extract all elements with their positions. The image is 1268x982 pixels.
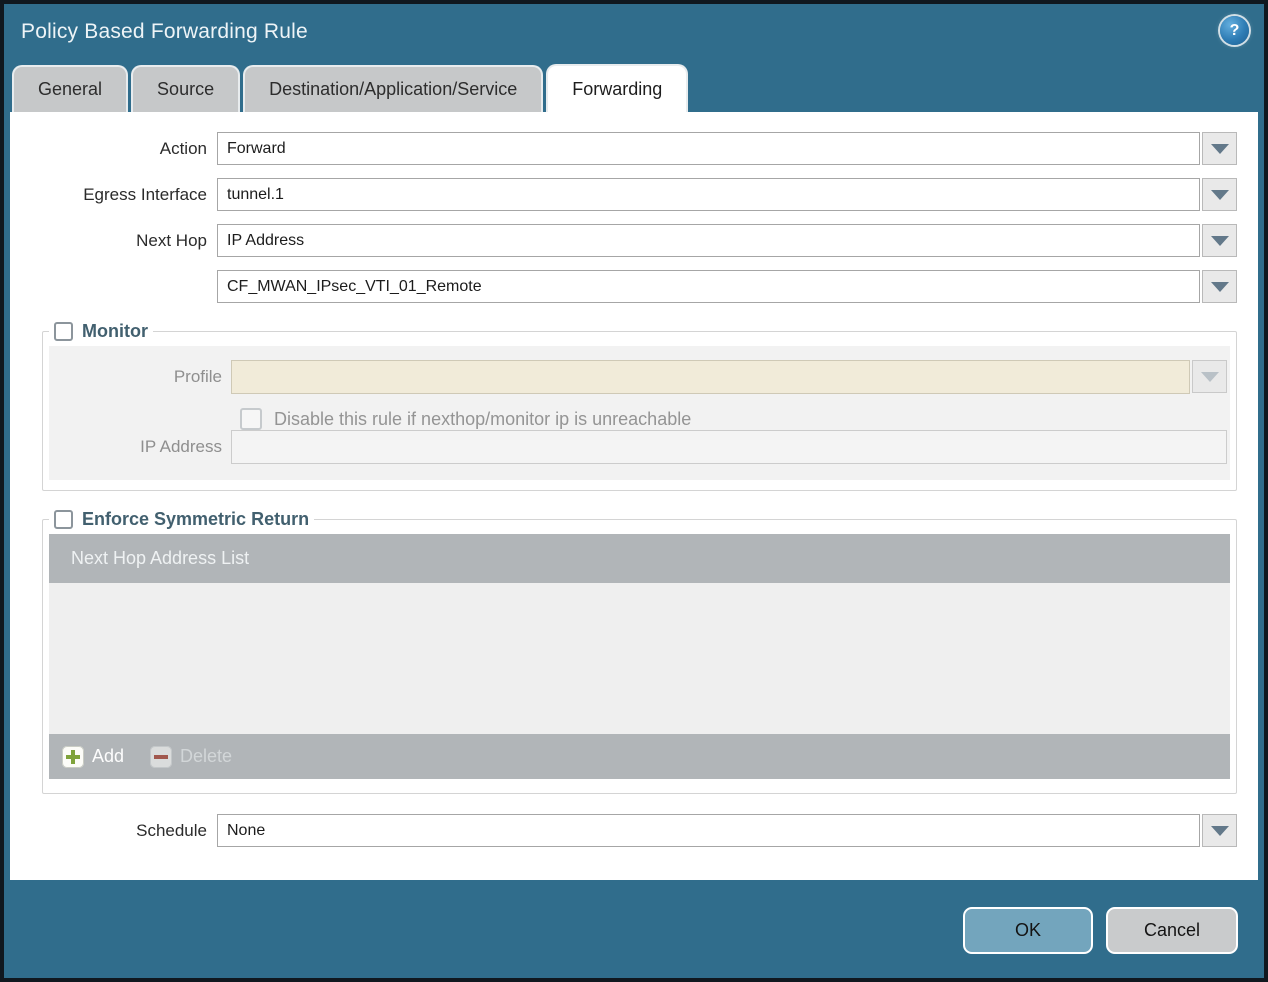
enforce-symmetric-return-legend-label: Enforce Symmetric Return	[82, 509, 310, 529]
action-label: Action	[159, 138, 207, 158]
schedule-label: Schedule	[136, 820, 207, 840]
chevron-down-icon	[1210, 189, 1229, 200]
egress-interface-dropdown-button[interactable]	[1202, 178, 1237, 211]
schedule-dropdown-button[interactable]	[1202, 814, 1237, 847]
minus-icon	[150, 745, 173, 768]
dialog-title: Policy Based Forwarding Rule	[21, 20, 308, 43]
chevron-down-icon	[1210, 143, 1229, 154]
next-hop-type-input[interactable]	[217, 224, 1200, 257]
delete-button-label: Delete	[180, 746, 233, 766]
action-input[interactable]	[217, 132, 1200, 165]
monitor-ip-address-field	[231, 430, 1227, 464]
monitor-legend-label: Monitor	[82, 321, 148, 341]
cancel-button[interactable]: Cancel	[1106, 907, 1238, 954]
next-hop-row: Next Hop	[10, 224, 1237, 257]
delete-button: Delete	[150, 745, 233, 768]
tab-general[interactable]: General	[12, 65, 129, 112]
next-hop-combo	[217, 224, 1237, 257]
next-hop-address-dropdown-button[interactable]	[1202, 270, 1237, 303]
profile-row: Profile	[49, 360, 1227, 394]
add-button[interactable]: Add	[62, 745, 125, 768]
schedule-input[interactable]	[217, 814, 1200, 847]
forwarding-tab-panel: Action Egress Interface Next Hop	[10, 112, 1258, 880]
profile-combo	[231, 360, 1227, 394]
chevron-down-icon	[1210, 825, 1229, 836]
action-combo	[217, 132, 1237, 165]
next-hop-dropdown-button[interactable]	[1202, 224, 1237, 257]
schedule-combo	[217, 814, 1237, 847]
title-bar: Policy Based Forwarding Rule ?	[4, 4, 1264, 64]
add-button-label: Add	[92, 746, 125, 766]
next-hop-address-list-header: Next Hop Address List	[49, 534, 1230, 583]
profile-label: Profile	[173, 367, 222, 386]
action-row: Action	[10, 132, 1237, 165]
tab-forwarding[interactable]: Forwarding	[546, 64, 689, 112]
next-hop-address-list-toolbar: Add Delete	[49, 734, 1230, 779]
disable-rule-checkbox	[240, 408, 262, 430]
plus-icon	[62, 745, 84, 768]
tab-source[interactable]: Source	[131, 65, 241, 112]
policy-based-forwarding-rule-dialog: Policy Based Forwarding Rule ? General S…	[0, 0, 1268, 982]
egress-interface-combo	[217, 178, 1237, 211]
next-hop-address-list-body[interactable]	[49, 583, 1230, 734]
profile-dropdown-button	[1192, 360, 1227, 393]
enforce-symmetric-return-checkbox[interactable]	[54, 510, 73, 529]
monitor-checkbox[interactable]	[54, 322, 73, 341]
chevron-down-icon	[1210, 235, 1229, 246]
tab-bar: General Source Destination/Application/S…	[4, 64, 1264, 112]
disable-rule-row: Disable this rule if nexthop/monitor ip …	[240, 408, 1230, 430]
egress-interface-input[interactable]	[217, 178, 1200, 211]
disable-rule-label: Disable this rule if nexthop/monitor ip …	[274, 408, 692, 429]
monitor-panel: Profile Disable this rule if nexthop/mon…	[49, 346, 1230, 480]
ok-button[interactable]: OK	[963, 907, 1093, 954]
help-icon[interactable]: ?	[1220, 16, 1249, 45]
chevron-down-icon	[1210, 281, 1229, 292]
monitor-ip-address-label: IP Address	[140, 437, 222, 456]
next-hop-address-list-table: Next Hop Address List Add Delete	[49, 534, 1230, 779]
next-hop-address-combo	[217, 270, 1237, 303]
monitor-ip-address-input	[231, 430, 1227, 464]
next-hop-address-input[interactable]	[217, 270, 1200, 303]
monitor-section: Monitor Profile Disable this rule if nex…	[42, 321, 1237, 491]
profile-input	[231, 360, 1190, 394]
egress-interface-row: Egress Interface	[10, 178, 1237, 211]
monitor-legend: Monitor	[49, 321, 153, 342]
tab-destination-application-service[interactable]: Destination/Application/Service	[243, 65, 544, 112]
dialog-footer: OK Cancel	[4, 880, 1264, 974]
monitor-ip-address-row: IP Address	[49, 430, 1227, 464]
schedule-row: Schedule	[10, 814, 1237, 847]
next-hop-address-row	[10, 270, 1237, 303]
enforce-symmetric-return-section: Enforce Symmetric Return Next Hop Addres…	[42, 509, 1237, 794]
chevron-down-icon	[1200, 371, 1219, 382]
action-dropdown-button[interactable]	[1202, 132, 1237, 165]
next-hop-label: Next Hop	[136, 230, 207, 250]
egress-interface-label: Egress Interface	[83, 184, 207, 204]
enforce-symmetric-return-legend: Enforce Symmetric Return	[49, 509, 314, 530]
